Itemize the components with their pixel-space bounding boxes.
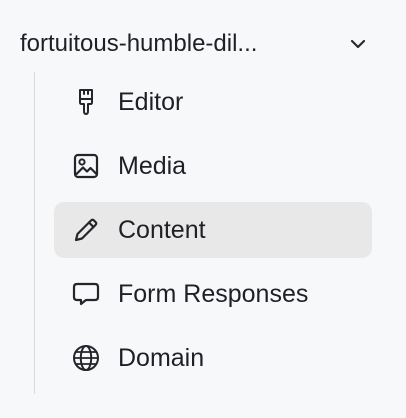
sidebar-item-media[interactable]: Media: [54, 138, 372, 194]
project-name: fortuitous-humble-dil...: [20, 30, 258, 57]
sidebar-item-form-responses[interactable]: Form Responses: [54, 266, 372, 322]
sidebar-item-label: Editor: [118, 88, 184, 116]
nav-rail: [34, 72, 35, 394]
sidebar-nav: Editor Media Content Form Responses Doma…: [54, 74, 372, 394]
sidebar-item-label: Media: [118, 152, 187, 180]
sidebar-item-editor[interactable]: Editor: [54, 74, 372, 130]
sidebar-item-label: Domain: [118, 344, 205, 372]
project-switcher[interactable]: fortuitous-humble-dil...: [20, 24, 380, 64]
globe-icon: [70, 342, 102, 374]
sidebar-item-label: Content: [118, 216, 206, 244]
chevron-down-icon[interactable]: [346, 32, 370, 56]
pencil-icon: [70, 214, 102, 246]
sidebar-item-label: Form Responses: [118, 280, 309, 308]
image-icon: [70, 150, 102, 182]
sidebar-item-domain[interactable]: Domain: [54, 330, 372, 386]
sidebar-item-content[interactable]: Content: [54, 202, 372, 258]
message-square-icon: [70, 278, 102, 310]
paintbrush-icon: [70, 86, 102, 118]
